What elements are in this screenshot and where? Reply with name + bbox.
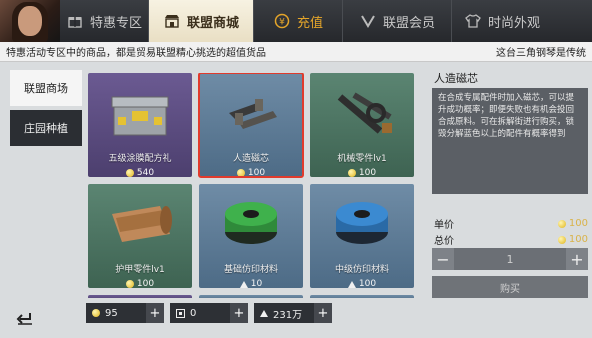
menu-item-manor-planting[interactable]: 庄园种植 — [10, 110, 82, 146]
item-name: 五级涂膜配方礼 — [108, 154, 172, 164]
item-name: 基础仿印材料 — [223, 265, 278, 275]
tab-label: 特惠专区 — [89, 15, 142, 31]
bolt-icon — [310, 73, 414, 152]
item-card[interactable]: 基础仿印材料 10 — [199, 184, 303, 288]
coin-icon — [125, 280, 134, 288]
blue-spool-icon — [310, 184, 414, 263]
notice-text: 特惠活动专区中的商品，都是贸易联盟精心挑选的超值货品 — [6, 48, 266, 59]
detail-description: 在合成专属配件时加入磁芯，可以提升成功概率；即便失败也有机会投回合成原料。可在拆… — [432, 88, 588, 194]
tab-label: 联盟商城 — [186, 15, 239, 31]
coin-icon: ¥ — [273, 12, 291, 30]
bottom-bar: 95 + 0 + 231万 + — [0, 300, 592, 338]
item-card[interactable]: 中级仿印材料 100 — [310, 184, 414, 288]
item-price: 10 — [239, 277, 262, 288]
back-arrow-icon — [16, 310, 34, 329]
svg-text:¥: ¥ — [279, 18, 285, 28]
tab-fashion[interactable]: 时尚外观 — [452, 0, 544, 42]
item-price: 100 — [347, 277, 376, 288]
menu-item-alliance-mall[interactable]: 联盟商场 — [10, 70, 82, 106]
decrease-button[interactable]: − — [432, 248, 454, 270]
item-grid: 五级涂膜配方礼 540 人造磁芯 100 机械零件lv1 100 护甲零件lv1… — [88, 73, 420, 298]
add-ticket-button[interactable]: + — [230, 303, 248, 323]
triangle-icon — [239, 280, 248, 288]
item-name: 人造磁芯 — [232, 154, 269, 164]
green-spool-icon — [199, 184, 303, 263]
item-card-partial[interactable] — [199, 295, 303, 298]
currency-ticket: 0 + — [170, 303, 248, 323]
left-menu: 联盟商场 庄园种植 — [10, 70, 82, 150]
ticket-icon — [176, 308, 185, 318]
tab-label: 联盟会员 — [382, 15, 435, 31]
item-price: 540 — [125, 166, 154, 177]
leather-icon — [88, 184, 192, 263]
item-card[interactable]: 机械零件lv1 100 — [310, 73, 414, 177]
item-card-partial[interactable] — [88, 295, 192, 298]
coin-icon — [236, 169, 245, 177]
quantity-stepper: − 1 + — [432, 248, 588, 270]
quantity-value[interactable]: 1 — [454, 253, 566, 266]
tab-label: 充值 — [296, 15, 323, 31]
coin-icon — [125, 169, 134, 177]
item-price: 100 — [125, 277, 154, 288]
tab-alliance-shop[interactable]: 联盟商城 — [149, 0, 253, 42]
item-card[interactable]: 五级涂膜配方礼 540 — [88, 73, 192, 177]
currency-coin: 95 + — [86, 303, 164, 323]
total-price-row: 总价 100 — [434, 234, 588, 247]
case-icon — [88, 73, 192, 152]
notice-marquee-text: 这台三角钢琴是传统 — [496, 48, 586, 59]
triangle-icon — [347, 280, 356, 288]
unit-price-row: 单价 100 — [434, 218, 588, 231]
shirt-icon — [464, 12, 482, 30]
item-card[interactable]: 护甲零件lv1 100 — [88, 184, 192, 288]
currency-triangle: 231万 + — [254, 303, 332, 323]
increase-button[interactable]: + — [566, 248, 588, 270]
gift-icon — [66, 12, 84, 30]
item-name: 中级仿印材料 — [334, 265, 389, 275]
top-nav-bar: 特惠专区 联盟商城 ¥ 充值 联盟会员 时尚外观 — [0, 0, 592, 42]
item-name: 机械零件lv1 — [337, 154, 387, 164]
coin-icon — [557, 235, 566, 244]
item-name: 护甲零件lv1 — [115, 265, 165, 275]
detail-title: 人造磁芯 — [434, 72, 478, 85]
buy-button[interactable]: 购买 — [432, 276, 588, 298]
tab-alliance-member[interactable]: 联盟会员 — [343, 0, 451, 42]
magnet-icon — [199, 73, 303, 152]
notice-bar: 特惠活动专区中的商品，都是贸易联盟精心挑选的超值货品 这台三角钢琴是传统 — [0, 42, 592, 62]
tab-special-offers[interactable]: 特惠专区 — [60, 0, 148, 42]
triangle-icon — [260, 309, 268, 317]
item-price: 100 — [347, 166, 376, 177]
coin-icon — [92, 309, 100, 317]
add-coin-button[interactable]: + — [146, 303, 164, 323]
tab-label: 时尚外观 — [488, 15, 541, 31]
item-price: 100 — [236, 166, 265, 177]
coin-icon — [557, 219, 566, 228]
tab-recharge[interactable]: ¥ 充值 — [254, 0, 342, 42]
player-avatar[interactable] — [0, 0, 60, 42]
coin-icon — [347, 169, 356, 177]
v-badge-icon — [359, 12, 377, 30]
add-triangle-button[interactable]: + — [314, 303, 332, 323]
item-card-selected[interactable]: 人造磁芯 100 — [198, 73, 304, 178]
item-card-partial[interactable] — [310, 295, 414, 298]
back-button[interactable] — [14, 310, 36, 328]
shop-icon — [163, 12, 181, 30]
item-detail-panel: 人造磁芯 在合成专属配件时加入磁芯，可以提升成功概率；即便失败也有机会投回合成原… — [428, 70, 592, 300]
